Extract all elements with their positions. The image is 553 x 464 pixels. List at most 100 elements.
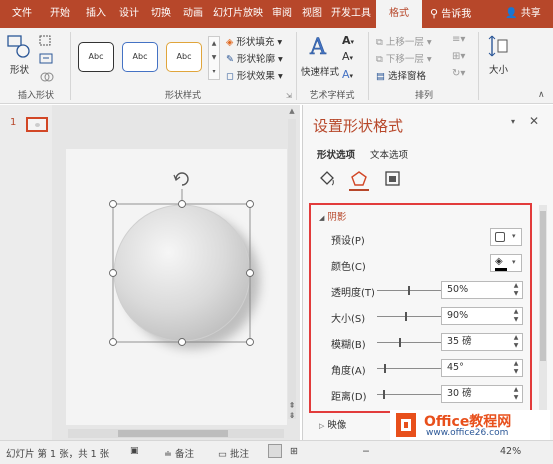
tab-transitions[interactable]: 切换 <box>146 0 176 28</box>
slider-knob[interactable] <box>408 286 410 295</box>
style-gallery-scroll[interactable]: ▲ ▼ ▾ <box>208 36 220 80</box>
notes-button[interactable]: ≐ 备注 <box>164 446 194 460</box>
resize-handle[interactable] <box>109 200 117 208</box>
shadow-section-header[interactable]: ◢ 阴影 <box>319 209 346 223</box>
blur-input[interactable]: 35 磅 ▲ ▼ <box>441 333 523 351</box>
share-button[interactable]: 👤 共享 <box>498 0 548 28</box>
slider-knob[interactable] <box>384 364 386 373</box>
pane-scroll-thumb[interactable] <box>540 211 546 361</box>
tab-text-options[interactable]: 文本选项 <box>370 147 408 161</box>
tab-slideshow[interactable]: 幻灯片放映 <box>210 0 266 28</box>
normal-view-icon[interactable] <box>268 444 282 458</box>
shape-effects-button[interactable]: ◻ 形状效果 ▾ <box>226 68 283 82</box>
spinner-arrows-icon[interactable]: ▲ ▼ <box>512 282 520 298</box>
resize-handle[interactable] <box>109 338 117 346</box>
transparency-input[interactable]: 50% ▲ ▼ <box>441 281 523 299</box>
preset-dropdown[interactable]: ▾ <box>490 228 522 246</box>
tab-animations[interactable]: 动画 <box>178 0 208 28</box>
resize-handle[interactable] <box>178 200 186 208</box>
rotate-icon[interactable]: ↻▾ <box>452 68 465 79</box>
page-nav-icons[interactable]: ⇞ ⇟ <box>286 401 298 425</box>
distance-slider[interactable] <box>377 390 441 399</box>
spinner-arrows-icon[interactable]: ▲ ▼ <box>512 334 520 350</box>
style-preset-1[interactable]: Abc <box>78 42 114 72</box>
pane-options-icon[interactable]: ▾ <box>511 117 515 126</box>
tab-home[interactable]: 开始 <box>44 0 76 28</box>
spinner-arrows-icon[interactable]: ▲ ▼ <box>512 360 520 376</box>
dialog-launcher-icon[interactable]: ⇲ <box>286 92 292 100</box>
transparency-slider[interactable] <box>377 286 441 295</box>
shadow-color-dropdown[interactable]: ◈ ▾ <box>490 254 522 272</box>
zoom-level[interactable]: 42% <box>500 446 521 457</box>
comments-button[interactable]: ▭ 批注 <box>218 446 249 460</box>
style-preset-3[interactable]: Abc <box>166 42 202 72</box>
angle-slider[interactable] <box>377 364 441 373</box>
tab-design[interactable]: 设计 <box>114 0 144 28</box>
bring-forward-button[interactable]: ⧉ 上移一层 ▾ <box>376 34 432 48</box>
spellcheck-icon[interactable]: ▣ <box>130 446 139 456</box>
spinner-arrows-icon[interactable]: ▲ ▼ <box>512 386 520 402</box>
shape-button-label: 形状 <box>10 65 30 76</box>
shape-fill-button[interactable]: ◈ 形状填充 ▾ <box>226 34 282 48</box>
size-input[interactable]: 90% ▲ ▼ <box>441 307 523 325</box>
angle-input[interactable]: 45° ▲ ▼ <box>441 359 523 377</box>
size-button[interactable] <box>488 34 510 58</box>
size-properties-icon[interactable] <box>383 169 403 191</box>
pane-scrollbar[interactable] <box>539 205 547 423</box>
tab-file[interactable]: 文件 <box>4 0 40 28</box>
vertical-scrollbar[interactable] <box>288 119 296 419</box>
edit-shape-icon[interactable] <box>38 34 58 48</box>
slider-knob[interactable] <box>405 312 407 321</box>
selection-pane-button[interactable]: ▤ 选择窗格 <box>376 68 426 82</box>
resize-handle[interactable] <box>246 269 254 277</box>
angle-label: 角度(A) <box>331 366 366 377</box>
slide-thumbnail[interactable] <box>26 117 48 132</box>
effects-pentagon-icon[interactable] <box>349 169 369 191</box>
notes-icon: ≐ <box>164 449 172 460</box>
quick-styles-button[interactable]: A <box>306 32 334 61</box>
spinner-arrows-icon[interactable]: ▲ ▼ <box>512 308 520 324</box>
slider-knob[interactable] <box>399 338 401 347</box>
slider-knob[interactable] <box>383 390 385 399</box>
shape-outline-button[interactable]: ✎ 形状轮廓 ▾ <box>226 51 283 65</box>
pane-title: 设置形状格式 <box>313 117 404 135</box>
tab-view[interactable]: 视图 <box>298 0 326 28</box>
size-slider[interactable] <box>377 312 441 321</box>
slide-drawing <box>109 172 260 349</box>
merge-shapes-icon[interactable] <box>38 70 58 84</box>
text-effects-icon[interactable]: A▾ <box>342 68 360 82</box>
tab-review[interactable]: 审阅 <box>268 0 296 28</box>
blur-slider[interactable] <box>377 338 441 347</box>
resize-handle[interactable] <box>246 200 254 208</box>
quick-styles-label: 快速样式 <box>301 67 340 78</box>
horizontal-scrollbar[interactable] <box>68 429 284 438</box>
reflection-section-header[interactable]: ▷ 映像 <box>319 417 346 431</box>
send-backward-button[interactable]: ⧉ 下移一层 ▾ <box>376 51 432 65</box>
pane-close-icon[interactable]: ✕ <box>529 114 539 128</box>
collapse-ribbon-icon[interactable]: ∧ <box>538 90 545 100</box>
scroll-up-icon[interactable]: ▲ <box>286 107 298 119</box>
text-box-icon[interactable] <box>38 52 58 66</box>
tell-me-box[interactable]: ⚲ 告诉我 <box>430 0 492 28</box>
text-outline-icon[interactable]: A▾ <box>342 50 360 64</box>
shapes-gallery-button[interactable] <box>6 34 32 60</box>
rotate-handle-icon[interactable] <box>173 172 189 186</box>
circle-shape[interactable] <box>113 204 251 342</box>
fill-line-icon[interactable] <box>317 169 337 191</box>
tab-developer[interactable]: 开发工具 <box>328 0 374 28</box>
slide-sorter-icon[interactable]: ⊞ <box>290 446 298 457</box>
group-icon[interactable]: ⊞▾ <box>452 51 465 62</box>
tab-insert[interactable]: 插入 <box>80 0 112 28</box>
tab-format[interactable]: 格式 <box>376 0 422 28</box>
text-fill-icon[interactable]: A▾ <box>342 34 360 48</box>
resize-handle[interactable] <box>246 338 254 346</box>
slide-canvas[interactable] <box>66 149 287 425</box>
tab-shape-options[interactable]: 形状选项 <box>317 147 355 161</box>
align-icon[interactable]: ≡▾ <box>452 34 465 45</box>
distance-input[interactable]: 30 磅 ▲ ▼ <box>441 385 523 403</box>
resize-handle[interactable] <box>178 338 186 346</box>
resize-handle[interactable] <box>109 269 117 277</box>
horizontal-scroll-thumb[interactable] <box>118 430 228 437</box>
style-preset-2[interactable]: Abc <box>122 42 158 72</box>
zoom-out-icon[interactable]: − <box>362 446 370 457</box>
